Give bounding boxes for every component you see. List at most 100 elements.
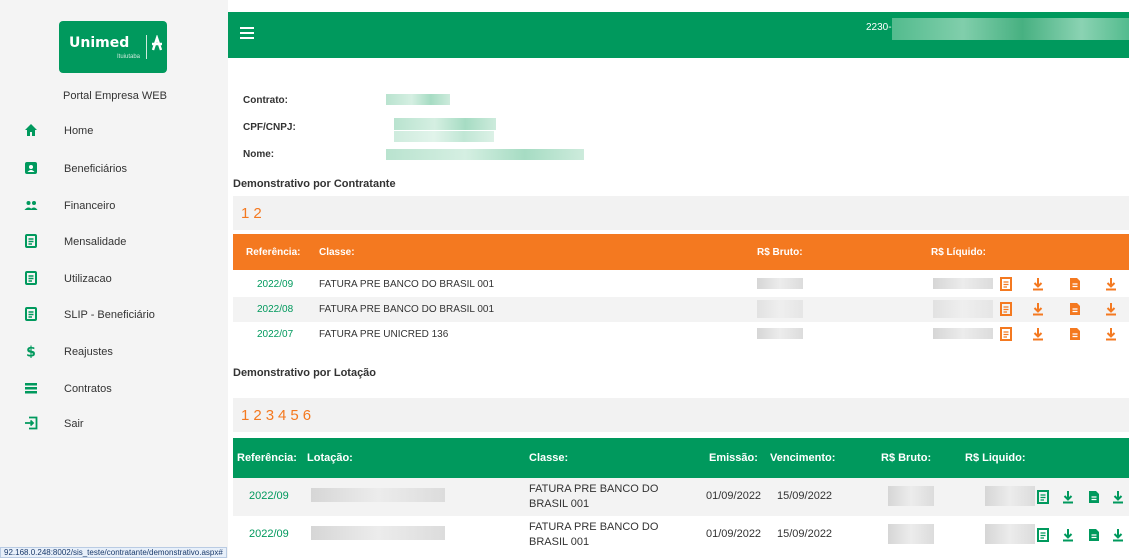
list-icon (25, 383, 37, 394)
exit-icon (25, 416, 38, 430)
lotacao-value-redacted (311, 526, 445, 540)
contrato-label: Contrato: (243, 95, 288, 106)
sidebar-item-label: SLIP - Beneficiário (64, 309, 155, 321)
table-row: 2022/09 FATURA PRE BANCO DO BRASIL 001 (233, 272, 1129, 297)
section-title-lotacao: Demonstrativo por Lotação (233, 367, 377, 379)
sidebar-item-label: Utilizacao (64, 273, 112, 285)
classe-cell: FATURA PRE BANCO DO BRASIL 001 (319, 304, 495, 315)
table-row: 2022/08 FATURA PRE BANCO DO BRASIL 001 (233, 297, 1129, 322)
nome-label: Nome: (243, 149, 275, 160)
document-list-icon (25, 271, 37, 285)
liquido-value-redacted (985, 486, 1035, 506)
dollar-icon: $ (26, 345, 36, 359)
sidebar-item-mensalidade[interactable]: Mensalidade (0, 227, 228, 257)
lotacao-value-redacted (311, 488, 445, 502)
referencia-link[interactable]: 2022/09 (249, 490, 289, 502)
user-code: 2230- (866, 22, 892, 33)
pager-link[interactable]: 6 (303, 407, 311, 424)
liquido-value-redacted (933, 300, 993, 318)
referencia-link[interactable]: 2022/09 (249, 528, 289, 540)
vencimento-cell: 15/09/2022 (777, 528, 833, 540)
emissao-cell: 01/09/2022 (706, 490, 762, 502)
svg-text:$: $ (26, 345, 36, 359)
cpf-cnpj-label: CPF/CNPJ: (243, 122, 296, 133)
unimed-symbol-icon (151, 35, 163, 51)
document-icon[interactable] (1070, 328, 1080, 340)
logo-text: Unimed (69, 35, 130, 51)
referencia-link[interactable]: 2022/07 (257, 329, 293, 340)
table-row: 2022/09 FATURA PRE BANCO DO BRASIL 001 0… (233, 478, 1129, 516)
column-header-lotacao: Lotação: (307, 452, 353, 464)
document-icon[interactable] (1089, 529, 1099, 541)
column-header-bruto: R$ Bruto: (881, 452, 932, 464)
document-icon[interactable] (1070, 278, 1080, 290)
pager-lotacao: 123456 (233, 398, 1129, 432)
column-header-classe: Classe: (529, 452, 569, 464)
pager-link[interactable]: 1 (241, 407, 249, 424)
top-bar: 2230- (228, 12, 1129, 58)
column-header-bruto: R$ Bruto: (757, 247, 803, 258)
document-icon[interactable] (1089, 491, 1099, 503)
column-header-referencia: Referência: (237, 452, 297, 464)
pager-link[interactable]: 2 (253, 205, 261, 222)
column-header-vencimento: Vencimento: (770, 452, 836, 464)
table-header-lotacao: Referência: Lotação: Classe: Emissão: Ve… (233, 438, 1129, 478)
column-header-liquido: R$ Liquido: (965, 452, 1026, 464)
sidebar-item-beneficiarios[interactable]: Beneficiários (0, 154, 228, 184)
person-card-icon (25, 162, 37, 174)
document-icon[interactable] (1070, 303, 1080, 315)
sidebar-item-home[interactable]: Home (0, 116, 228, 146)
sidebar: Unimed Ituiutaba Portal Empresa WEB Home… (0, 0, 228, 558)
pager-link[interactable]: 4 (278, 407, 286, 424)
sidebar-item-utilizacao[interactable]: Utilizacao (0, 264, 228, 294)
unimed-logo[interactable]: Unimed Ituiutaba (59, 21, 167, 73)
section-title-contratante: Demonstrativo por Contratante (233, 178, 396, 190)
pager-link[interactable]: 3 (266, 407, 274, 424)
pager-link[interactable]: 2 (253, 407, 261, 424)
table-row: 2022/07 FATURA PRE UNICRED 136 (233, 322, 1129, 347)
contrato-value-redacted (386, 94, 450, 105)
pager-link[interactable]: 5 (290, 407, 298, 424)
sidebar-item-sair[interactable]: Sair (0, 409, 228, 439)
user-name-redacted (892, 18, 1129, 40)
document-list-icon (25, 307, 37, 321)
referencia-link[interactable]: 2022/09 (257, 279, 293, 290)
sidebar-item-label: Contratos (64, 383, 112, 395)
vencimento-cell: 15/09/2022 (777, 490, 833, 502)
home-icon (25, 124, 37, 136)
logo-subtitle: Ituiutaba (117, 54, 141, 60)
nome-value-redacted (386, 149, 584, 160)
bruto-value-redacted (757, 278, 803, 289)
referencia-link[interactable]: 2022/08 (257, 304, 293, 315)
classe-cell: FATURA PRE BANCO DO BRASIL 001 (529, 521, 659, 548)
portal-name: Portal Empresa WEB (63, 90, 167, 102)
sidebar-item-contratos[interactable]: Contratos (0, 374, 228, 404)
status-bar-url: 92.168.0.248:8002/sis_teste/contratante/… (0, 547, 227, 558)
bruto-value-redacted (757, 300, 803, 318)
sidebar-item-label: Financeiro (64, 200, 116, 212)
bruto-value-redacted (888, 524, 934, 544)
bruto-value-redacted (888, 486, 934, 506)
classe-cell: FATURA PRE BANCO DO BRASIL 001 (319, 279, 495, 290)
bruto-value-redacted (757, 328, 803, 339)
table-header-contratante: Referência: Classe: R$ Bruto: R$ Líquido… (233, 234, 1129, 270)
sidebar-item-label: Mensalidade (64, 236, 127, 248)
column-header-liquido: R$ Líquido: (931, 247, 986, 258)
table-row: 2022/09 FATURA PRE BANCO DO BRASIL 001 0… (233, 516, 1129, 554)
pager-link[interactable]: 1 (241, 205, 249, 222)
logo-separator (146, 35, 147, 59)
sidebar-item-label: Beneficiários (64, 163, 127, 175)
column-header-classe: Classe: (319, 247, 355, 258)
menu-icon[interactable] (240, 27, 254, 39)
sidebar-item-financeiro[interactable]: Financeiro (0, 191, 228, 221)
group-icon (24, 201, 38, 210)
cpf-cnpj-value-redacted-2 (394, 131, 494, 142)
column-header-referencia: Referência: (246, 247, 301, 258)
pager-contratante: 12 (233, 196, 1129, 230)
classe-cell: FATURA PRE BANCO DO BRASIL 001 (529, 483, 659, 510)
classe-cell: FATURA PRE UNICRED 136 (319, 329, 449, 340)
sidebar-item-label: Home (64, 125, 94, 137)
sidebar-item-label: Sair (64, 418, 84, 430)
sidebar-item-slip-beneficiario[interactable]: SLIP - Beneficiário (0, 300, 228, 330)
sidebar-item-reajustes[interactable]: $ Reajustes (0, 337, 228, 367)
